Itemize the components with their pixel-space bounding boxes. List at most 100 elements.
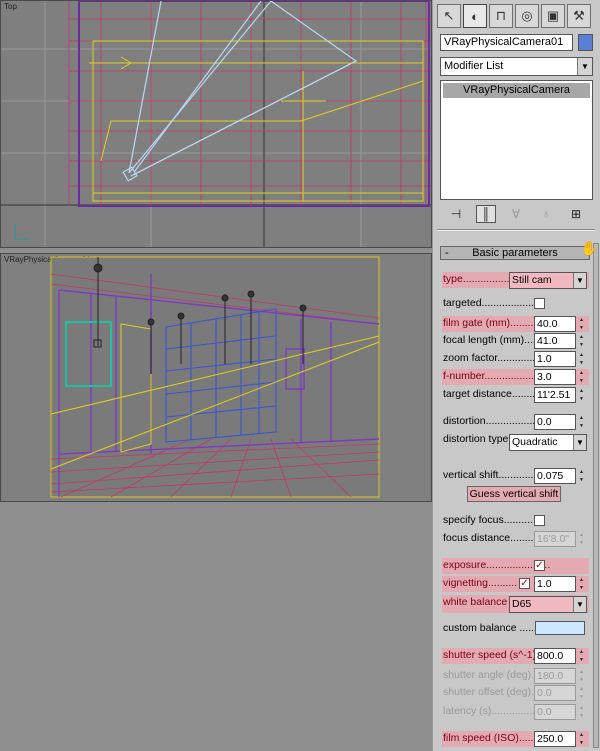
exposure-row: exposure...................... ✓: [442, 558, 589, 574]
distortion-spinner[interactable]: ▲ ▼: [577, 414, 586, 430]
type-row: type................... Still cam ▼: [442, 272, 589, 289]
zoom-factor-spinner[interactable]: ▲ ▼: [577, 351, 586, 367]
target-distance-row: target distance.......... 11'2.51 ▲ ▼: [442, 387, 589, 403]
top-viewport[interactable]: Top: [0, 0, 432, 248]
chevron-down-icon[interactable]: ▼: [573, 597, 586, 612]
show-end-result-icon[interactable]: ║: [476, 205, 496, 223]
remove-modifier-icon[interactable]: ♁: [536, 205, 556, 223]
shutter-offset-row: shutter offset (deg). 0.0 ▲ ▼: [442, 685, 589, 701]
f-number-spinner[interactable]: ▲ ▼: [577, 369, 586, 385]
guess-vertical-shift-button[interactable]: Guess vertical shift: [467, 486, 561, 502]
modifier-list-label: Modifier List: [444, 60, 504, 72]
film-gate-spinner[interactable]: ▲ ▼: [577, 316, 586, 332]
shutter-speed-input[interactable]: 800.0: [534, 648, 576, 664]
film-speed-label: film speed (ISO)........: [443, 732, 543, 744]
type-value: Still cam: [512, 274, 552, 286]
vignetting-input[interactable]: 1.0: [534, 576, 576, 592]
object-name-field[interactable]: VRayPhysicalCamera01: [440, 34, 573, 51]
display-tab-icon[interactable]: ▣: [541, 4, 565, 28]
distortion-input[interactable]: 0.0: [534, 414, 576, 430]
vignetting-label: vignetting..........: [443, 577, 518, 589]
shutter-speed-spinner[interactable]: ▲ ▼: [577, 648, 586, 664]
utilities-tab-icon[interactable]: ⚒: [567, 4, 591, 28]
type-label: type...................: [443, 273, 519, 285]
focal-length-spinner[interactable]: ▲ ▼: [577, 333, 586, 349]
f-number-row: f-number.................... 3.0 ▲ ▼: [442, 369, 589, 385]
focal-length-row: focal length (mm)...... 41.0 ▲ ▼: [442, 333, 589, 349]
film-gate-row: film gate (mm)........... 40.0 ▲ ▼: [442, 316, 589, 332]
vignetting-checkbox[interactable]: ✓: [519, 578, 530, 589]
specify-focus-label: specify focus..........: [443, 514, 533, 526]
distortion-type-row: distortion type. Quadratic ▼: [442, 432, 589, 451]
shutter-offset-input[interactable]: 0.0: [534, 685, 576, 701]
camera-viewport[interactable]: VRayPhysicalCamera01: [0, 253, 432, 502]
film-speed-spinner[interactable]: ▲ ▼: [577, 731, 586, 747]
divider: [437, 229, 595, 231]
stack-toolbar: ⊣ ║ ∀ ♁ ⊞: [441, 204, 591, 224]
motion-tab-icon[interactable]: ◎: [515, 4, 539, 28]
modifier-stack[interactable]: VRayPhysicalCamera: [440, 80, 593, 200]
film-gate-input[interactable]: 40.0: [534, 316, 576, 332]
specify-focus-checkbox[interactable]: [534, 515, 545, 526]
command-panel: ↖ ◐ ⊓ ◎ ▣ ⚒ VRayPhysicalCamera01 Modifie…: [432, 0, 600, 751]
modifier-list-dropdown[interactable]: Modifier List ▼: [440, 57, 593, 76]
make-unique-icon[interactable]: ∀: [506, 205, 526, 223]
collapse-icon[interactable]: -: [445, 247, 449, 259]
chevron-down-icon[interactable]: ▼: [573, 435, 586, 450]
latency-spinner[interactable]: ▲ ▼: [577, 704, 586, 720]
basic-parameters-rollout: - Basic parameters type.................…: [437, 240, 593, 751]
distortion-label: distortion...................: [443, 415, 542, 427]
camera-view-wireframe: [50, 256, 380, 498]
panel-scrollbar[interactable]: [593, 243, 599, 748]
specify-focus-row: specify focus..........: [442, 513, 589, 529]
exposure-checkbox[interactable]: ✓: [534, 560, 545, 571]
shutter-angle-label: shutter angle (deg).: [443, 669, 535, 681]
shutter-angle-spinner[interactable]: ▲ ▼: [577, 668, 586, 684]
target-distance-input[interactable]: 11'2.51: [534, 387, 576, 403]
vignetting-row: vignetting.......... ✓ 1.0 ▲ ▼: [442, 576, 589, 592]
film-speed-row: film speed (ISO)........ 250.0 ▲ ▼: [442, 731, 589, 747]
f-number-input[interactable]: 3.0: [534, 369, 576, 385]
hierarchy-tab-icon[interactable]: ⊓: [489, 4, 513, 28]
focus-distance-input[interactable]: 16'8.0": [534, 531, 576, 547]
shutter-offset-label: shutter offset (deg).: [443, 686, 534, 698]
type-dropdown[interactable]: Still cam ▼: [509, 272, 587, 289]
object-color-swatch[interactable]: [578, 34, 593, 51]
stack-item[interactable]: VRayPhysicalCamera: [443, 83, 590, 98]
custom-balance-row: custom balance ......: [442, 621, 589, 637]
vertical-shift-spinner[interactable]: ▲ ▼: [577, 468, 586, 484]
zoom-factor-row: zoom factor.............. 1.0 ▲ ▼: [442, 351, 589, 367]
latency-input[interactable]: 0.0: [534, 704, 576, 720]
white-balance-row: white balance D65 ▼: [442, 595, 589, 613]
chevron-down-icon[interactable]: ▼: [573, 273, 586, 288]
distortion-type-dropdown[interactable]: Quadratic ▼: [509, 434, 587, 451]
configure-sets-icon[interactable]: ⊞: [566, 205, 586, 223]
shutter-speed-label: shutter speed (s^-1).: [443, 649, 539, 661]
pin-stack-icon[interactable]: ⊣: [446, 205, 466, 223]
pan-hand-icon[interactable]: ✋: [581, 240, 598, 257]
white-balance-dropdown[interactable]: D65 ▼: [509, 596, 587, 613]
film-speed-input[interactable]: 250.0: [534, 731, 576, 747]
empty-viewport-area: [0, 502, 432, 751]
target-distance-label: target distance..........: [443, 388, 542, 400]
focus-distance-spinner[interactable]: ▲ ▼: [577, 531, 586, 547]
vertical-shift-row: vertical shift............... 0.075 ▲ ▼: [442, 468, 589, 484]
distortion-type-label: distortion type.: [443, 433, 512, 445]
create-tab-icon[interactable]: ↖: [437, 4, 461, 28]
custom-balance-swatch[interactable]: [535, 621, 585, 635]
target-distance-spinner[interactable]: ▲ ▼: [577, 387, 586, 403]
shutter-offset-spinner[interactable]: ▲ ▼: [577, 685, 586, 701]
top-view-wireframe: [1, 1, 431, 247]
focal-length-input[interactable]: 41.0: [534, 333, 576, 349]
film-gate-label: film gate (mm)...........: [443, 317, 543, 329]
chevron-down-icon[interactable]: ▼: [577, 58, 592, 75]
rollout-header[interactable]: - Basic parameters: [440, 246, 590, 260]
modify-tab-icon[interactable]: ◐: [463, 4, 487, 28]
distortion-row: distortion................... 0.0 ▲ ▼: [442, 414, 589, 430]
vignetting-spinner[interactable]: ▲ ▼: [577, 576, 586, 592]
shutter-angle-input[interactable]: 180.0: [534, 668, 576, 684]
vertical-shift-input[interactable]: 0.075: [534, 468, 576, 484]
targeted-checkbox[interactable]: [534, 298, 545, 309]
custom-balance-label: custom balance ......: [443, 622, 537, 634]
zoom-factor-input[interactable]: 1.0: [534, 351, 576, 367]
